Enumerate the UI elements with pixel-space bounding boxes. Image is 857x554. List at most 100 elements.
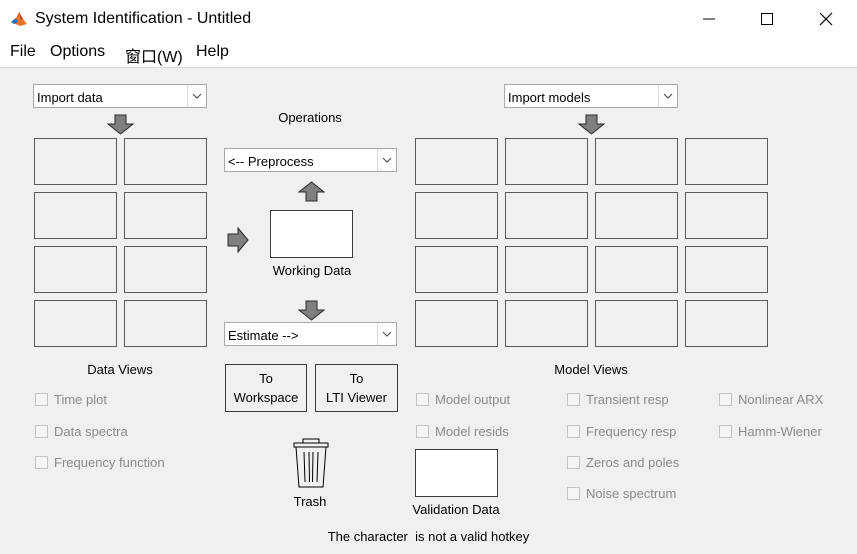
preprocess-select-value: <-- Preprocess [228, 154, 314, 169]
maximize-button[interactable] [738, 0, 796, 38]
time-plot-checkbox[interactable]: Time plot [35, 392, 107, 407]
chevron-down-icon [377, 323, 396, 345]
validation-data-slot[interactable] [415, 449, 498, 497]
menu-bar: File Options 窗口(W) Help [0, 38, 857, 68]
menu-help[interactable]: Help [196, 43, 229, 61]
arrow-down-icon [298, 300, 325, 321]
noise-spectrum-checkbox[interactable]: Noise spectrum [567, 486, 676, 501]
transient-resp-checkbox[interactable]: Transient resp [567, 392, 669, 407]
model-slot[interactable] [415, 246, 498, 293]
checkbox-box[interactable] [35, 425, 48, 438]
checkbox-label: Frequency resp [586, 424, 677, 439]
checkbox-box[interactable] [719, 425, 732, 438]
import-data-select[interactable]: Import data [33, 84, 207, 108]
minimize-button[interactable] [680, 0, 738, 38]
maximize-icon [761, 13, 773, 25]
import-models-select[interactable]: Import models [504, 84, 678, 108]
model-slot[interactable] [505, 246, 588, 293]
matlab-logo-icon [10, 10, 28, 28]
checkbox-label: Time plot [54, 392, 107, 407]
checkbox-label: Model output [435, 392, 511, 407]
model-output-checkbox[interactable]: Model output [416, 392, 510, 407]
estimate-select-value: Estimate --> [228, 328, 299, 343]
title-bar: System Identification - Untitled [0, 0, 857, 38]
button-label-line: To [259, 371, 273, 386]
data-slot[interactable] [124, 138, 207, 185]
checkbox-label: Transient resp [586, 392, 669, 407]
import-data-select-value: Import data [37, 90, 103, 105]
menu-options[interactable]: Options [50, 43, 105, 61]
chevron-down-icon [658, 85, 677, 107]
window-title: System Identification - Untitled [35, 10, 252, 27]
model-slot[interactable] [685, 300, 768, 347]
data-slot[interactable] [124, 192, 207, 239]
menu-file[interactable]: File [10, 43, 36, 61]
button-label-line: LTI Viewer [326, 390, 387, 405]
data-slot[interactable] [124, 246, 207, 293]
model-slot[interactable] [595, 246, 678, 293]
checkbox-box[interactable] [567, 393, 580, 406]
operations-title: Operations [278, 110, 342, 125]
checkbox-label: Model resids [435, 424, 509, 439]
to-workspace-button[interactable]: To Workspace [225, 364, 307, 412]
button-label-line: To [349, 371, 364, 386]
estimate-select[interactable]: Estimate --> [224, 322, 397, 346]
checkbox-label: Hamm-Wiener [738, 424, 822, 439]
checkbox-box[interactable] [416, 393, 429, 406]
arrow-down-icon [578, 114, 605, 135]
checkbox-label: Zeros and poles [586, 455, 680, 470]
data-slot[interactable] [34, 192, 117, 239]
validation-data-label: Validation Data [412, 502, 500, 517]
trash-icon[interactable] [292, 437, 330, 489]
model-slot[interactable] [595, 300, 678, 347]
checkbox-box[interactable] [719, 393, 732, 406]
checkbox-box[interactable] [416, 425, 429, 438]
menu-window[interactable]: 窗口(W) [125, 43, 183, 67]
model-slot[interactable] [415, 300, 498, 347]
model-resids-checkbox[interactable]: Model resids [416, 424, 509, 439]
frequency-resp-checkbox[interactable]: Frequency resp [567, 424, 676, 439]
import-models-select-value: Import models [508, 90, 591, 105]
checkbox-box[interactable] [35, 393, 48, 406]
checkbox-box[interactable] [567, 425, 580, 438]
checkbox-box[interactable] [567, 456, 580, 469]
to-lti-viewer-button[interactable]: To LTI Viewer [315, 364, 398, 412]
checkbox-box[interactable] [567, 487, 580, 500]
model-slot[interactable] [415, 192, 498, 239]
model-slot[interactable] [505, 192, 588, 239]
data-slot[interactable] [34, 300, 117, 347]
arrow-down-icon [107, 114, 134, 135]
data-views-title: Data Views [87, 362, 153, 377]
model-slot[interactable] [595, 192, 678, 239]
model-slot[interactable] [685, 246, 768, 293]
data-slot[interactable] [34, 246, 117, 293]
checkbox-label: Data spectra [54, 424, 128, 439]
checkbox-label: Nonlinear ARX [738, 392, 824, 407]
checkbox-label: Frequency function [54, 455, 165, 470]
model-slot[interactable] [685, 138, 768, 185]
model-slot[interactable] [685, 192, 768, 239]
working-data-slot[interactable] [270, 210, 353, 258]
working-data-label: Working Data [272, 263, 352, 278]
trash-label: Trash [293, 494, 327, 509]
zeros-and-poles-checkbox[interactable]: Zeros and poles [567, 455, 679, 470]
data-slot[interactable] [124, 300, 207, 347]
checkbox-label: Noise spectrum [586, 486, 677, 501]
arrow-right-icon [227, 227, 249, 253]
data-spectra-checkbox[interactable]: Data spectra [35, 424, 128, 439]
model-slot[interactable] [505, 300, 588, 347]
chevron-down-icon [377, 149, 396, 171]
checkbox-box[interactable] [35, 456, 48, 469]
button-label-line: Workspace [233, 390, 299, 405]
nonlinear-arx-checkbox[interactable]: Nonlinear ARX [719, 392, 823, 407]
close-button[interactable] [797, 0, 855, 38]
status-message: The character is not a valid hotkey [327, 529, 530, 544]
data-slot[interactable] [34, 138, 117, 185]
model-slot[interactable] [505, 138, 588, 185]
hamm-wiener-checkbox[interactable]: Hamm-Wiener [719, 424, 822, 439]
model-slot[interactable] [415, 138, 498, 185]
close-icon [819, 12, 833, 26]
frequency-function-checkbox[interactable]: Frequency function [35, 455, 165, 470]
preprocess-select[interactable]: <-- Preprocess [224, 148, 397, 172]
model-slot[interactable] [595, 138, 678, 185]
